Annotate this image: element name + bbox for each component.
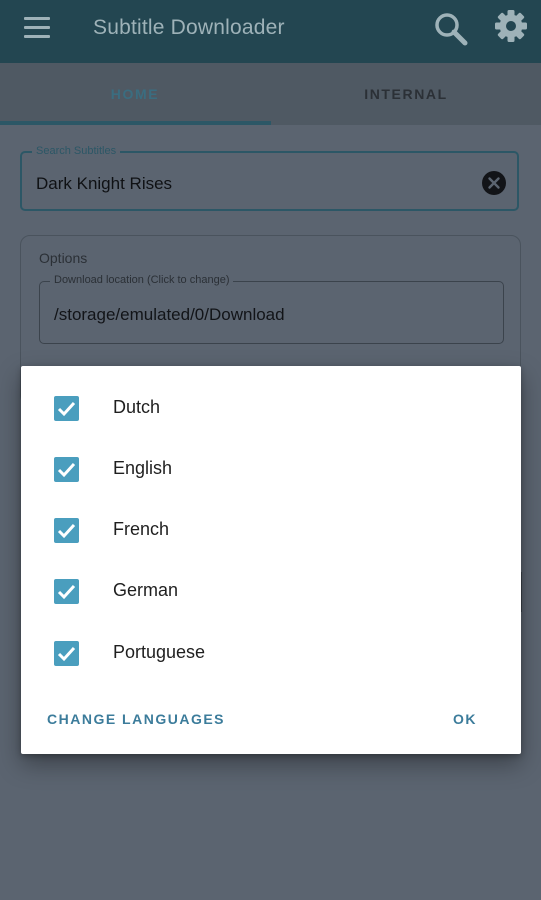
change-languages-button[interactable]: CHANGE LANGUAGES <box>47 711 225 727</box>
menu-icon[interactable] <box>24 17 50 39</box>
search-label: Search Subtitles <box>32 145 121 157</box>
download-location-field[interactable]: Download location (Click to change) /sto… <box>39 274 504 344</box>
close-circle-icon[interactable] <box>481 170 507 196</box>
language-label: Dutch <box>113 397 161 417</box>
app-title: Subtitle Downloader <box>93 16 285 39</box>
checkbox-checked-icon[interactable] <box>54 396 79 421</box>
checkbox-checked-icon[interactable] <box>54 518 79 543</box>
checkbox-checked-icon[interactable] <box>54 579 79 604</box>
app-bar: Subtitle Downloader <box>0 0 541 63</box>
language-option-french[interactable]: French <box>21 499 521 560</box>
language-label: French <box>113 519 170 539</box>
options-title: Options <box>39 250 88 266</box>
language-dialog: Dutch English French German Portuguese C… <box>21 366 521 754</box>
language-option-dutch[interactable]: Dutch <box>21 377 521 438</box>
tab-bar: HOME INTERNAL <box>0 63 541 125</box>
tab-home[interactable]: HOME <box>0 63 270 125</box>
language-label: Portuguese <box>113 642 206 662</box>
language-option-german[interactable]: German <box>21 560 521 621</box>
download-location-label: Download location (Click to change) <box>50 274 234 286</box>
download-location-value: /storage/emulated/0/Download <box>54 305 285 324</box>
ok-button[interactable]: OK <box>453 711 477 727</box>
search-value: Dark Knight Rises <box>36 174 173 193</box>
tab-internal[interactable]: INTERNAL <box>271 63 541 125</box>
search-input[interactable]: Search Subtitles Dark Knight Rises <box>20 145 519 211</box>
checkbox-checked-icon[interactable] <box>54 457 79 482</box>
checkbox-checked-icon[interactable] <box>54 641 79 666</box>
tab-indicator <box>0 121 271 125</box>
language-label: German <box>113 580 179 600</box>
language-option-english[interactable]: English <box>21 438 521 499</box>
language-label: English <box>113 458 173 478</box>
language-option-portuguese[interactable]: Portuguese <box>21 622 521 683</box>
gear-icon[interactable] <box>492 7 530 45</box>
search-icon[interactable] <box>432 10 470 48</box>
